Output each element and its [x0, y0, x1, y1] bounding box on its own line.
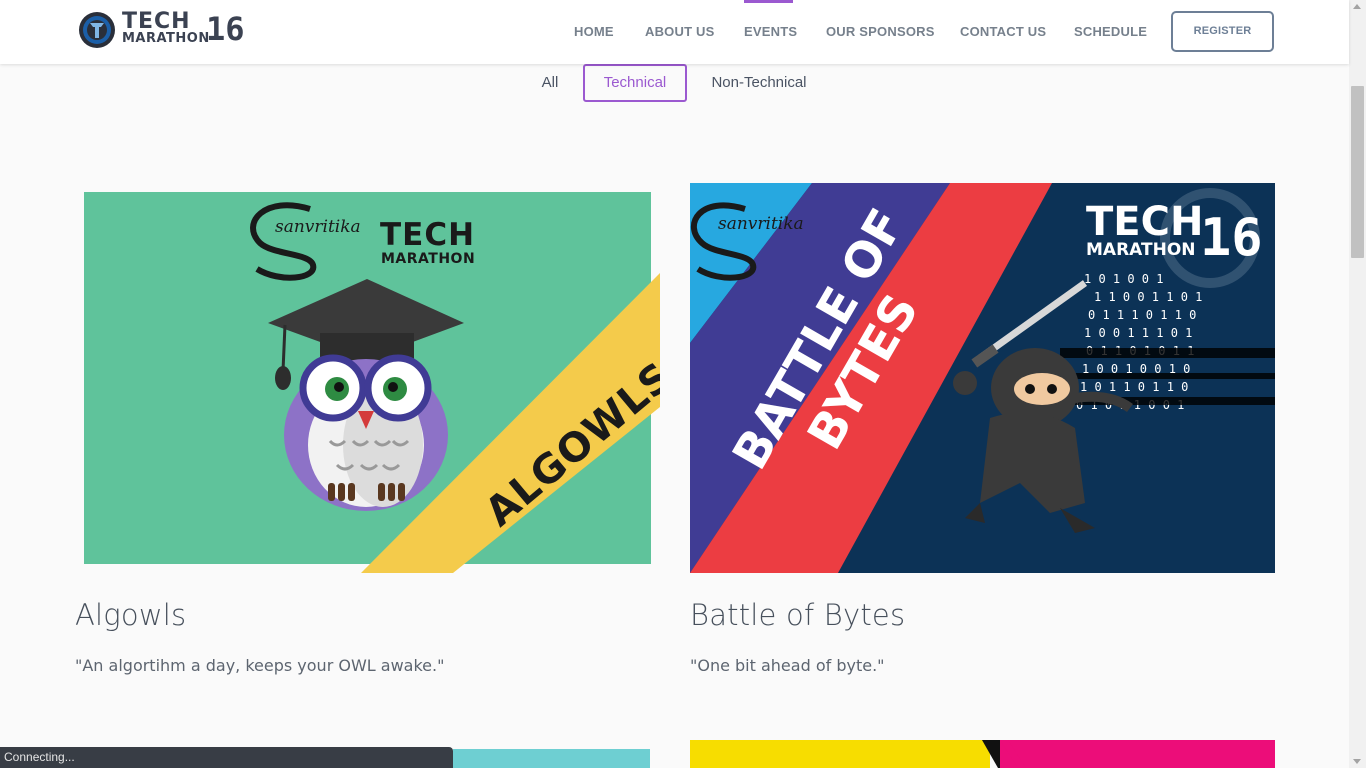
svg-text:0 1 1 1 0 1 1 0: 0 1 1 1 0 1 1 0 [1088, 308, 1196, 322]
logo-text-marathon: MARATHON [122, 31, 210, 46]
register-button[interactable]: REGISTER [1171, 11, 1274, 52]
event-quote-algowls: "An algortihm a day, keeps your OWL awak… [75, 656, 445, 675]
bob-number-text: 16 [1200, 208, 1263, 268]
algowls-tech-text: TECH [380, 217, 475, 253]
scroll-thumb[interactable] [1351, 86, 1364, 258]
browser-status-bar: Connecting... [0, 747, 453, 768]
nav-home[interactable]: HOME [574, 24, 614, 39]
svg-text:1 0 0 1 1 1 0 1: 1 0 0 1 1 1 0 1 [1084, 326, 1192, 340]
nav-our-sponsors[interactable]: OUR SPONSORS [826, 24, 935, 39]
scroll-down-icon[interactable] [1353, 759, 1361, 764]
nav-contact-us[interactable]: CONTACT US [960, 24, 1046, 39]
nav-schedule[interactable]: SCHEDULE [1074, 24, 1147, 39]
algowls-marathon-text: MARATHON [381, 251, 475, 267]
filter-all[interactable]: All [530, 64, 570, 102]
bob-tech-text: TECH [1086, 199, 1203, 245]
event-image-next-left[interactable] [453, 749, 650, 768]
event-title-algowls[interactable]: Algowls [75, 598, 186, 632]
logo-text-tech: TECH [122, 9, 191, 34]
svg-text:1 0 1 0 0 1: 1 0 1 0 0 1 [1084, 272, 1163, 286]
page-scrollbar[interactable] [1349, 0, 1366, 768]
filter-non-technical[interactable]: Non-Technical [700, 64, 818, 102]
event-image-algowls[interactable]: sanvritika TECH MARATHON ALGOWLS [75, 183, 660, 573]
bob-brand-text: sanvritika [718, 214, 804, 234]
bob-marathon-text: MARATHON [1086, 240, 1196, 260]
scroll-up-icon[interactable] [1353, 4, 1361, 9]
site-logo[interactable]: TECH MARATHON 16 [78, 9, 245, 52]
owl-graduate-icon [268, 279, 464, 511]
event-quote-battle-of-bytes: "One bit ahead of byte." [690, 656, 885, 675]
algowls-brand-text: sanvritika [275, 217, 361, 237]
event-image-battle-of-bytes[interactable]: sanvritika 1 0 1 0 0 1 1 1 0 0 1 1 0 1 0… [690, 183, 1275, 573]
site-header: TECH MARATHON 16 HOME ABOUT US EVENTS OU… [0, 0, 1349, 64]
nav-about-us[interactable]: ABOUT US [645, 24, 715, 39]
logo-emblem-icon [79, 12, 115, 48]
svg-text:1 1 0 0 1 1 0 1: 1 1 0 0 1 1 0 1 [1094, 290, 1202, 304]
filter-technical[interactable]: Technical [583, 64, 687, 102]
nav-active-indicator [744, 0, 793, 3]
nav-events[interactable]: EVENTS [744, 24, 797, 39]
logo-number: 16 [206, 10, 245, 48]
event-image-next-right[interactable] [690, 740, 1275, 768]
event-title-battle-of-bytes[interactable]: Battle of Bytes [690, 598, 905, 632]
